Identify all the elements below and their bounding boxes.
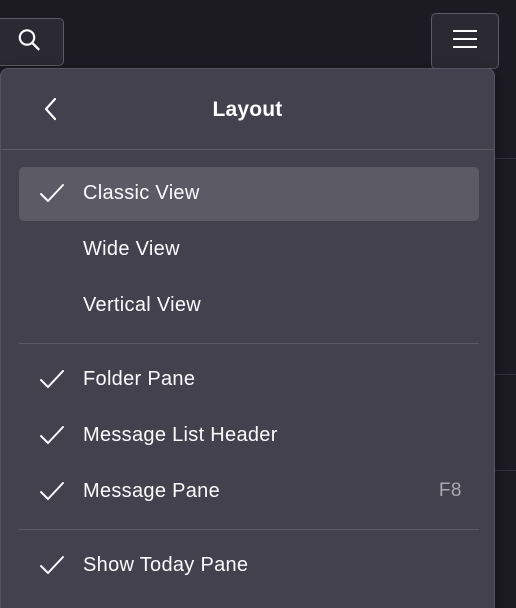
menu-item-label: Message List Header	[83, 424, 278, 446]
search-icon	[16, 27, 42, 58]
checkmark-icon	[39, 369, 65, 391]
menu-item-label: Folder Pane	[83, 368, 196, 390]
checkmark-icon	[39, 481, 65, 503]
menu-item-wide-view[interactable]: Wide View	[19, 223, 479, 277]
menu-item-label: Message Pane	[83, 480, 221, 502]
menu-item-classic-view[interactable]: Classic View	[19, 167, 479, 221]
menu-divider	[19, 529, 479, 530]
checkmark-icon	[39, 183, 65, 205]
divider	[495, 470, 516, 471]
menu-item-label: Vertical View	[83, 294, 202, 316]
menu-item-show-today-pane[interactable]: Show Today Pane	[19, 539, 479, 593]
search-button[interactable]	[0, 18, 64, 66]
checkmark-icon	[39, 555, 65, 577]
hamburger-menu-icon	[452, 29, 478, 54]
divider	[495, 374, 516, 375]
menu-divider	[19, 343, 479, 344]
checkmark-icon	[39, 425, 65, 447]
app-window: Layout Classic View Wide View Vertical V…	[0, 0, 516, 608]
keyboard-shortcut: F8	[438, 480, 462, 501]
header-divider	[1, 149, 494, 150]
app-menu-button[interactable]	[431, 13, 499, 69]
menu-item-folder-pane[interactable]: Folder Pane	[19, 353, 479, 407]
divider	[495, 158, 516, 159]
menu-item-message-pane[interactable]: Message Pane F8	[19, 465, 479, 519]
panel-header: Layout	[1, 69, 494, 149]
menu-item-vertical-view[interactable]: Vertical View	[19, 279, 479, 333]
layout-menu-panel: Layout Classic View Wide View Vertical V…	[0, 68, 495, 608]
menu-item-label: Classic View	[83, 182, 200, 204]
menu-item-label: Show Today Pane	[83, 554, 249, 576]
menu-item-message-list-header[interactable]: Message List Header	[19, 409, 479, 463]
panel-title: Layout	[212, 98, 283, 121]
menu-item-label: Wide View	[83, 238, 180, 260]
